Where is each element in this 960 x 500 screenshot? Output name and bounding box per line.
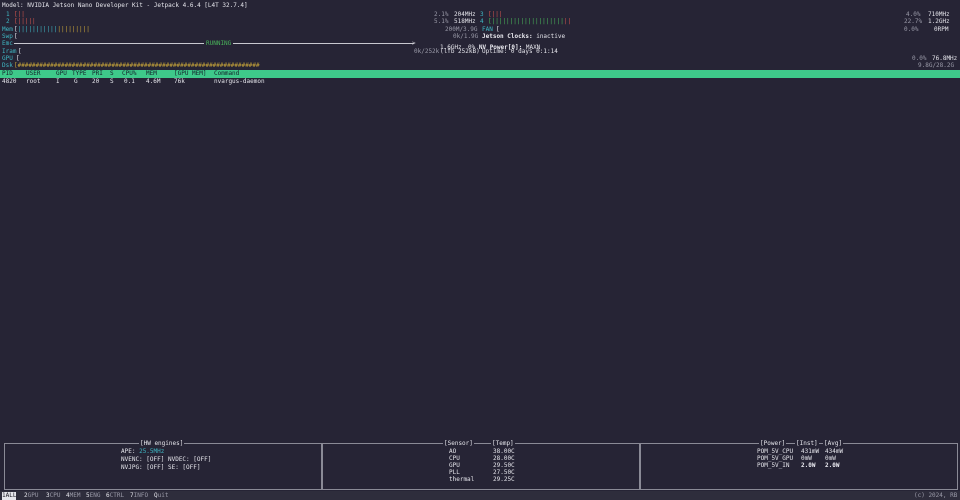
power-panel: [Power] [Inst] [Avg] POM_5V_CPU 431mW 43… — [640, 440, 958, 490]
tab-all[interactable]: 1ALL — [2, 492, 17, 500]
sensors-panel: [Sensor] [Temp] AO 38.00C CPU 28.00C GPU… — [322, 440, 640, 490]
col-type[interactable]: TYPE — [72, 70, 86, 78]
emc-status: RUNNING — [204, 40, 234, 48]
cpu2-freq: 518MHz — [454, 18, 476, 25]
col-mem[interactable]: MEM — [146, 70, 157, 78]
process-table-header: PID USER GPU TYPE PRI S CPU% MEM [GPU ME… — [0, 70, 960, 78]
col-s[interactable]: S — [110, 70, 114, 78]
sensor-title: [Sensor] — [443, 440, 474, 448]
tab-gpu[interactable]: 2GPU — [24, 492, 38, 500]
cell-user: root — [26, 78, 41, 85]
swp-value: 0k/1.9G — [453, 33, 479, 40]
col-gpu[interactable]: GPU — [56, 70, 67, 78]
temp-title: [Temp] — [491, 440, 515, 448]
nvjpg-line: NVJPG: [OFF] SE: [OFF] — [121, 464, 201, 471]
col-pri[interactable]: PRI — [92, 70, 103, 78]
cell-s: S — [110, 78, 114, 85]
copyright: (c) 2024, RB — [914, 492, 958, 499]
cell-command: nvargus-daemon — [214, 78, 265, 85]
fan-rpm: 0RPM — [934, 26, 949, 33]
dsk-label: Dsk — [2, 62, 13, 69]
tab-eng[interactable]: 5ENG — [86, 492, 100, 500]
ape-line: APE: 25.5MHz — [121, 448, 165, 455]
cell-cpu: 0.1 — [124, 78, 135, 85]
tab-cpu[interactable]: 3CPU — [46, 492, 60, 500]
cpu2-pct: 5.1% — [434, 18, 449, 25]
inst-title: [Inst] — [795, 440, 819, 448]
cpu4-id: 4 — [480, 18, 484, 25]
uptime: Uptime: 0 days 0:1:14 — [482, 48, 558, 55]
col-pid[interactable]: PID — [2, 70, 13, 78]
cpu2-id: 2 — [6, 18, 10, 25]
quit-button[interactable]: Quit — [154, 492, 168, 500]
jetson-clocks: Jetson Clocks: inactive — [482, 33, 566, 40]
cell-gpu-mem: 76k — [174, 78, 185, 85]
dsk-value: 9.8G/28.2G — [918, 62, 955, 69]
model-title: Model: NVIDIA Jetson Nano Developer Kit … — [2, 2, 248, 9]
iram-lfb: (lfb 252kB) — [440, 48, 480, 55]
power-rail-avg: 2.0W — [825, 462, 840, 469]
col-command[interactable]: Command — [214, 70, 239, 78]
power-rail-inst: 2.0W — [801, 462, 816, 469]
avg-title: [Avg] — [823, 440, 844, 448]
table-row[interactable]: 4820 root I G 20 S 0.1 4.6M 76k nvargus-… — [0, 78, 960, 86]
col-user[interactable]: USER — [26, 70, 40, 78]
nvenc-line: NVENC: [OFF] NVDEC: [OFF] — [121, 456, 212, 463]
cpu4-freq: 1.2GHz — [928, 18, 950, 25]
hw-engines-panel: [HW engines] APE: 25.5MHz NVENC: [OFF] N… — [4, 440, 322, 490]
fan-pct: 0.0% — [904, 26, 919, 33]
cpu4-bar: [|||||||||||||||||||||| — [488, 18, 572, 25]
mem-bar: [|||||||||||||||||||| — [14, 26, 90, 33]
swp-bar: [ — [14, 33, 18, 40]
tab-info[interactable]: 7INFO — [130, 492, 148, 500]
emc-arrow: > — [412, 40, 416, 47]
jtop-terminal: Model: NVIDIA Jetson Nano Developer Kit … — [0, 0, 960, 500]
col-gpu-mem[interactable]: [GPU MEM] — [174, 70, 207, 78]
footer-bar: 1ALL 2GPU 3CPU 4MEM 5ENG 6CTRL 7INFO Qui… — [0, 491, 960, 500]
cpu4-pct: 22.7% — [904, 18, 923, 25]
cell-gpu: I — [56, 78, 60, 85]
cpu2-bar: [||||| — [14, 18, 36, 25]
col-cpu[interactable]: CPU% — [122, 70, 136, 78]
dsk-bar: [#######################################… — [14, 62, 260, 69]
cell-mem: 4.6M — [146, 78, 161, 85]
power-title: [Power] — [759, 440, 787, 448]
power-rail-name: POM_5V_IN — [757, 462, 790, 469]
cell-type: G — [74, 78, 78, 85]
hw-engines-title: [HW engines] — [139, 440, 185, 448]
iram-value: 0k/252k — [414, 48, 440, 55]
tab-mem[interactable]: 4MEM — [66, 492, 80, 500]
emc-label: Emc — [2, 40, 13, 47]
cell-pri: 20 — [92, 78, 100, 85]
cell-pid: 4820 — [2, 78, 17, 85]
tab-ctrl[interactable]: 6CTRL — [106, 492, 124, 500]
sensor-name: thermal — [449, 476, 475, 483]
sensor-temp: 29.25C — [493, 476, 515, 483]
